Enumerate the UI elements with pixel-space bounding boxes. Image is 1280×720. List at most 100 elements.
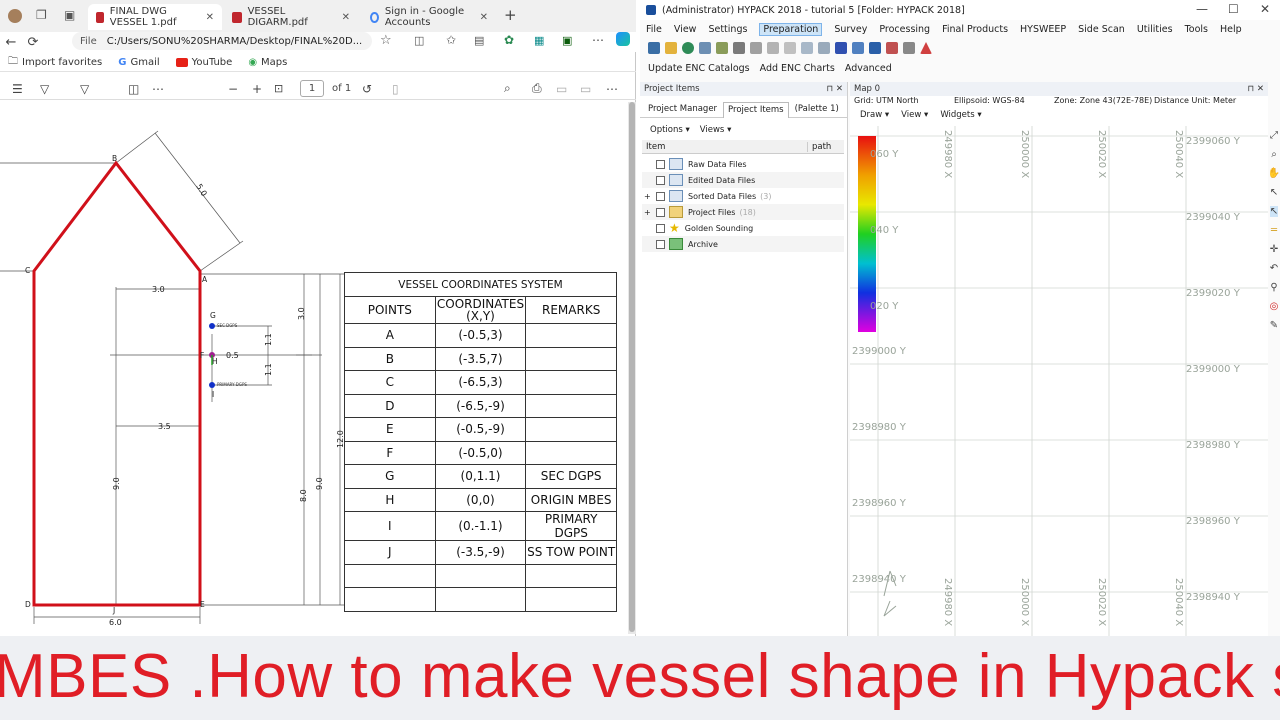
map-draw-menu[interactable]: Draw ▾ — [860, 110, 889, 124]
magnifier-icon[interactable]: ⌕ — [1271, 149, 1277, 160]
close-icon[interactable]: ✕ — [480, 12, 488, 23]
favorite-star-icon[interactable]: ☆ — [380, 33, 392, 48]
views-dropdown[interactable]: Views ▾ — [700, 125, 732, 135]
close-icon[interactable]: ✕ — [1260, 2, 1270, 16]
tab-actions-icon[interactable]: ▣ — [64, 8, 75, 22]
extension-icon-3[interactable]: ▣ — [562, 34, 572, 47]
map-view-menu[interactable]: View ▾ — [901, 110, 928, 124]
save-icon[interactable] — [648, 42, 660, 54]
archive-icon[interactable] — [903, 42, 915, 54]
zoom-extents-icon[interactable]: ⤢ — [1270, 130, 1278, 141]
checkbox[interactable] — [656, 159, 665, 169]
pencil-icon[interactable]: ✎ — [1270, 320, 1278, 331]
tree-item-raw-data[interactable]: Raw Data Files — [642, 156, 844, 172]
book-icon-2[interactable] — [801, 42, 813, 54]
book-icon[interactable] — [784, 42, 796, 54]
collections-icon[interactable]: ▤ — [474, 34, 484, 47]
menu-processing[interactable]: Processing — [879, 24, 930, 35]
checkbox[interactable] — [656, 175, 665, 185]
zoom-in-icon[interactable]: + — [252, 82, 262, 96]
draw-icon[interactable]: ▽ — [80, 82, 89, 96]
checkbox[interactable] — [656, 223, 665, 233]
checkbox[interactable] — [656, 239, 665, 249]
sonar-icon[interactable] — [852, 42, 864, 54]
undo-icon[interactable]: ↶ — [1270, 263, 1278, 274]
update-enc-catalogs-button[interactable]: Update ENC Catalogs — [648, 63, 750, 75]
more-icon[interactable]: ⋯ — [592, 33, 604, 47]
tool-icon-2[interactable] — [750, 42, 762, 54]
zoom-out-icon[interactable]: − — [228, 82, 238, 96]
tab-project-items[interactable]: Project Items — [723, 102, 789, 118]
menu-tools[interactable]: Tools — [1185, 24, 1208, 35]
route-icon[interactable]: ⚲ — [1270, 282, 1277, 293]
page-view-icon[interactable]: ▯ — [392, 82, 399, 96]
sonar-icon-2[interactable] — [869, 42, 881, 54]
column-item[interactable]: Item — [642, 141, 808, 152]
fav-import[interactable]: 🗀 Import favorites — [8, 54, 102, 71]
tree-item-edited-data[interactable]: Edited Data Files — [642, 172, 844, 188]
globe-icon[interactable] — [682, 42, 694, 54]
wave-icon[interactable] — [835, 42, 847, 54]
close-icon[interactable]: ✕ — [342, 12, 350, 23]
fav-maps[interactable]: ◉ Maps — [248, 57, 287, 68]
map-pin-close-icon[interactable]: ⊓ ✕ — [1248, 84, 1264, 94]
tab-vessel-digarm[interactable]: VESSEL DIGARM.pdf ✕ — [224, 4, 358, 30]
ruler-icon[interactable]: ═ — [1271, 225, 1277, 236]
minimize-icon[interactable]: — — [1196, 2, 1208, 16]
highlight-icon[interactable]: ▽ — [40, 82, 49, 96]
pdf-more-icon[interactable]: ⋯ — [606, 82, 618, 96]
menu-preparation[interactable]: Preparation — [759, 22, 823, 36]
tab-final-dwg[interactable]: FINAL DWG VESSEL 1.pdf ✕ — [88, 4, 222, 30]
advanced-button[interactable]: Advanced — [845, 63, 892, 75]
pdf-scrollbar[interactable] — [628, 102, 636, 634]
copilot-icon[interactable] — [616, 32, 630, 46]
menu-file[interactable]: File — [646, 24, 662, 35]
save-icon[interactable]: ▭ — [556, 82, 567, 96]
tab-project-manager[interactable]: Project Manager — [644, 102, 721, 118]
extension-icon[interactable]: ✿ — [504, 33, 514, 47]
menu-settings[interactable]: Settings — [708, 24, 747, 35]
menu-side-scan[interactable]: Side Scan — [1078, 24, 1125, 35]
checkbox[interactable] — [656, 207, 665, 217]
more-tools-icon[interactable]: ⋯ — [152, 82, 164, 96]
panel-pin-close-icon[interactable]: ⊓ ✕ — [827, 84, 843, 94]
select-arrow-icon[interactable]: ↖ — [1270, 187, 1278, 198]
read-aloud-icon[interactable]: ◫ — [128, 82, 139, 96]
menu-hysweep[interactable]: HYSWEEP — [1020, 24, 1066, 35]
profile-avatar[interactable] — [8, 9, 22, 23]
expand-icon[interactable]: + — [644, 192, 651, 201]
contents-icon[interactable]: ☰ — [12, 82, 23, 96]
print-icon[interactable]: ⎙ — [532, 81, 542, 96]
fav-gmail[interactable]: G Gmail — [118, 57, 159, 68]
page-number-input[interactable]: 1 — [300, 80, 324, 97]
pan-hand-icon[interactable]: ✋ — [1268, 168, 1280, 179]
back-icon[interactable]: ← — [0, 35, 22, 50]
edit-icon[interactable] — [716, 42, 728, 54]
extension-icon-2[interactable]: ▦ — [534, 34, 544, 47]
chart-icon[interactable] — [699, 42, 711, 54]
add-enc-charts-button[interactable]: Add ENC Charts — [760, 63, 835, 75]
tree-item-archive[interactable]: Archive — [642, 236, 844, 252]
url-field[interactable]: File C:/Users/SONU%20SHARMA/Desktop/FINA… — [72, 32, 372, 50]
open-folder-icon[interactable] — [665, 42, 677, 54]
favorites-icon[interactable]: ✩ — [446, 33, 456, 47]
rotate-icon[interactable]: ↺ — [362, 82, 372, 96]
fav-youtube[interactable]: YouTube — [175, 57, 232, 68]
workspaces-icon[interactable]: ❐ — [36, 8, 47, 22]
tree-item-project-files[interactable]: + Project Files (18) — [642, 204, 844, 220]
close-icon[interactable]: ✕ — [206, 12, 214, 23]
tab-palette[interactable]: (Palette 1) — [791, 102, 843, 118]
column-path[interactable]: path — [808, 142, 831, 152]
new-tab-icon[interactable]: + — [504, 6, 517, 24]
tree-item-golden-sounding[interactable]: ★ Golden Sounding — [642, 220, 844, 236]
scrollbar-thumb[interactable] — [629, 102, 635, 632]
expand-icon[interactable]: + — [644, 208, 651, 217]
options-dropdown[interactable]: Options ▾ — [650, 125, 690, 135]
triangle-icon[interactable] — [920, 42, 932, 54]
menu-utilities[interactable]: Utilities — [1137, 24, 1173, 35]
maximize-icon[interactable]: ☐ — [1228, 2, 1239, 16]
tool-icon-3[interactable] — [767, 42, 779, 54]
grid-icon[interactable] — [818, 42, 830, 54]
tool-icon[interactable] — [733, 42, 745, 54]
north-icon[interactable]: ✛ — [1270, 244, 1278, 255]
